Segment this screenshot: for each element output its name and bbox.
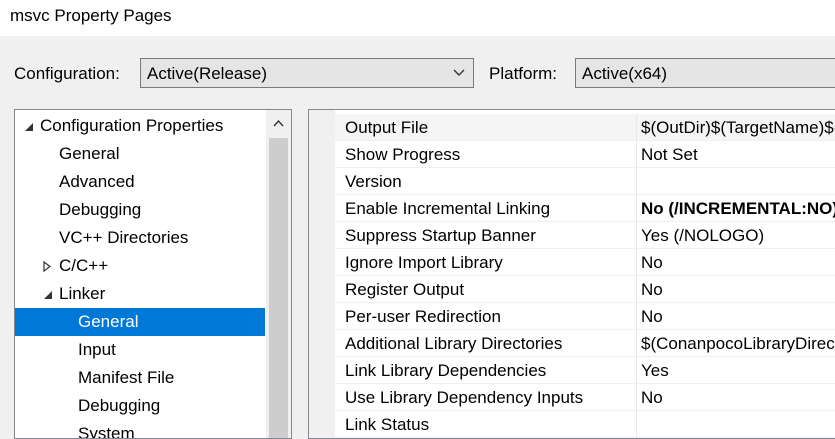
column-divider [636,114,637,140]
tree-item-linker[interactable]: Linker [15,280,265,308]
property-value[interactable]: No [641,280,663,300]
property-row-link-status[interactable]: Link Status [335,411,835,438]
collapse-triangle-icon[interactable] [43,290,53,300]
property-value[interactable]: Yes [641,361,669,381]
column-divider [636,411,637,437]
tree-item-linker-input[interactable]: Input [15,336,265,364]
tree-item-linker-manifest-file[interactable]: Manifest File [15,364,265,392]
tree-item-general[interactable]: General [15,140,265,168]
tree-item-label: System [78,424,135,439]
column-divider [636,141,637,167]
tree-item-vc-directories[interactable]: VC++ Directories [15,224,265,252]
property-row-enable-incremental-linking[interactable]: Enable Incremental Linking No (/INCREMEN… [335,195,835,222]
tree-item-label: Input [78,340,116,359]
configuration-label: Configuration: [14,64,120,83]
property-value[interactable]: Yes (/NOLOGO) [641,226,764,246]
property-row-register-output[interactable]: Register Output No [335,276,835,303]
property-name: Per-user Redirection [345,307,501,326]
property-name: Show Progress [345,145,461,164]
property-value[interactable]: No (/INCREMENTAL:NO) [641,199,835,219]
property-name: Enable Incremental Linking [345,199,551,218]
property-name: Use Library Dependency Inputs [345,388,584,407]
column-divider [636,303,637,329]
tree-item-linker-system[interactable]: System [15,420,265,439]
property-name: Register Output [345,280,465,299]
tree-item-label: Advanced [59,172,135,191]
tree-item-label: Manifest File [78,368,175,387]
platform-dropdown[interactable]: Active(x64) [575,58,835,88]
property-value[interactable]: $(OutDir)$(TargetName)$(TargetExt) [641,118,835,138]
tree-item-linker-debugging[interactable]: Debugging [15,392,265,420]
property-value[interactable]: Not Set [641,145,698,165]
property-value[interactable]: No [641,307,663,327]
property-row-ignore-import-library[interactable]: Ignore Import Library No [335,249,835,276]
property-row-output-file[interactable]: Output File $(OutDir)$(TargetName)$(Targ… [335,114,835,141]
property-row-show-progress[interactable]: Show Progress Not Set [335,141,835,168]
tree-item-configuration-properties[interactable]: Configuration Properties [15,112,265,140]
grid-margin [309,110,335,438]
tree-item-linker-general[interactable]: General [15,308,265,336]
tree-item-c-cpp[interactable]: C/C++ [15,252,265,280]
property-name: Link Library Dependencies [345,361,547,380]
property-row-link-library-dependencies[interactable]: Link Library Dependencies Yes [335,357,835,384]
property-tree: Configuration Properties General Advance… [14,109,292,439]
tree-item-label: General [78,312,139,331]
tree-scrollbar[interactable] [266,110,291,438]
property-grid: Output File $(OutDir)$(TargetName)$(Targ… [308,109,835,439]
scroll-up-arrow-icon[interactable] [273,119,284,127]
column-divider [636,357,637,383]
property-row-per-user-redirection[interactable]: Per-user Redirection No [335,303,835,330]
tree-item-label: General [59,144,120,163]
property-name: Output File [345,118,429,137]
tree-item-label: Linker [59,284,106,303]
collapse-triangle-icon[interactable] [24,122,34,132]
property-name: Ignore Import Library [345,253,503,272]
platform-label: Platform: [489,64,558,83]
platform-value: Active(x64) [582,64,668,83]
column-divider [636,276,637,302]
property-row-additional-library-directories[interactable]: Additional Library Directories $(Conanpo… [335,330,835,357]
column-divider [636,330,637,356]
tree-item-debugging[interactable]: Debugging [15,196,265,224]
tree-item-label: Debugging [78,396,161,415]
property-value[interactable]: No [641,253,663,273]
column-divider [636,222,637,248]
configuration-value: Active(Release) [147,64,267,83]
window-title: msvc Property Pages [10,6,172,25]
property-row-suppress-startup-banner[interactable]: Suppress Startup Banner Yes (/NOLOGO) [335,222,835,249]
configuration-dropdown[interactable]: Active(Release) [140,58,474,88]
column-divider [636,249,637,275]
column-divider [636,168,637,194]
tree-item-label: Debugging [59,200,142,219]
property-name: Version [345,172,402,191]
chevron-down-icon [453,69,465,76]
tree-item-label: Configuration Properties [40,116,224,135]
property-value[interactable]: No [641,388,663,408]
property-name: Suppress Startup Banner [345,226,536,245]
property-row-version[interactable]: Version [335,168,835,195]
property-value[interactable]: $(ConanpocoLibraryDirectories) [641,334,835,354]
tree-item-label: C/C++ [59,256,109,275]
property-row-use-library-dependency-inputs[interactable]: Use Library Dependency Inputs No [335,384,835,411]
tree-item-label: VC++ Directories [59,228,189,247]
column-divider [636,384,637,410]
property-name: Additional Library Directories [345,334,563,353]
expand-triangle-icon[interactable] [43,261,51,272]
tree-item-advanced[interactable]: Advanced [15,168,265,196]
title-bar: msvc Property Pages [0,0,835,36]
property-name: Link Status [345,415,430,434]
scrollbar-thumb[interactable] [269,138,288,438]
column-divider [636,195,637,221]
